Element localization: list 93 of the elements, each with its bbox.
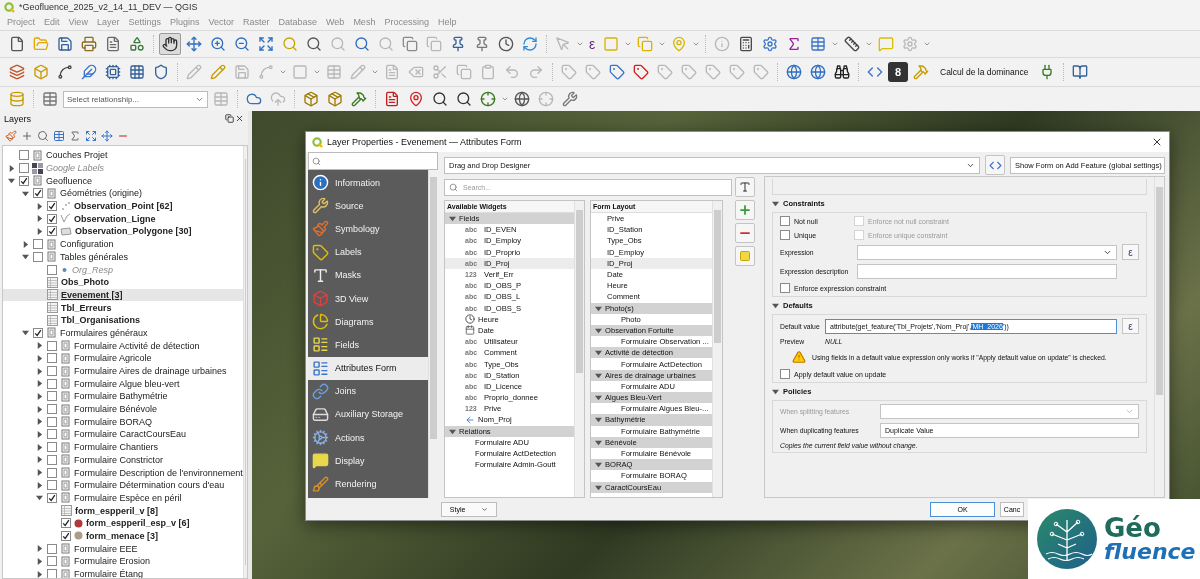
layer-name: Geofluence [46,175,93,186]
sidebar-item[interactable]: Fields [308,333,428,357]
layer-row[interactable]: Formulaire Description de l'environnement [3,466,243,479]
plugin-button[interactable]: 8 [888,62,908,82]
sidebar-item[interactable]: Symbology [308,217,428,241]
sidebar-item[interactable]: Rendering [308,472,428,496]
sidebar-item[interactable]: Labels [308,240,428,264]
layer-name: Formulaire Algue bleu-vert [74,378,180,389]
layer-row[interactable]: Formulaire Agricole [3,352,243,365]
dominance-button[interactable]: Calcul de la dominance [934,62,1035,82]
layer-row[interactable]: Formulaire BORAQ [3,415,243,429]
layer-name: Formulaire Activité de détection [74,340,200,351]
layer-row[interactable]: Configuration [3,237,243,251]
layer-row[interactable]: Formulaire CaractCoursEau [3,428,243,441]
layer-row[interactable]: Obs_Photo [3,275,243,289]
layer-row[interactable]: Formulaires généraux [3,326,243,340]
layer-row[interactable]: Formulaire Espèce en péril [3,491,243,505]
layer-name: Obs_Photo [61,277,109,288]
layer-row[interactable]: Evenement [3] [3,288,243,302]
expression-button[interactable]: ε [1122,244,1139,260]
layer-row[interactable]: Tbl_Organisations [3,313,243,327]
layer-name: Formulaire CaractCoursEau [74,429,187,440]
layer-name: form_menace [3] [86,530,159,541]
layer-row[interactable]: Observation_Ligne [3,212,243,226]
layer-name: Evenement [3] [61,289,123,300]
layer-row[interactable]: Formulaire Bathymétrie [3,390,243,403]
layer-row[interactable]: Formulaire EEE [3,542,243,555]
layer-row[interactable]: Formulaire Aires de drainage urbaines [3,364,243,378]
layer-name: Formulaire Bénévole [74,404,158,415]
sidebar-item[interactable]: 3D View [308,286,428,311]
layer-name: Formulaires généraux [60,327,148,338]
layer-row[interactable]: form_espperil_v [8] [3,504,243,517]
layer-name: Géométries (origine) [60,188,143,199]
layer-row[interactable]: Couches Projet [3,149,243,162]
layer-name: Tables générales [60,251,129,262]
layer-row[interactable]: Google Labels [3,161,243,175]
layer-name: Google Labels [46,163,105,174]
layer-row[interactable]: Formulaire Constrictor [3,453,243,467]
sidebar-item[interactable]: Actions [308,426,428,450]
window-title: *Geofluence_2025_v2_14_11_DEV — QGIS [19,2,198,12]
layer-name: Formulaire Étang [74,569,144,578]
layer-row[interactable]: Tbl_Erreurs [3,301,243,314]
layer-name: form_espperil_v [8] [75,505,159,516]
relationship-dropdown[interactable]: Select relationship... [63,90,208,108]
layer-name: Configuration [60,239,114,250]
layer-name: Formulaire Erosion [74,556,151,567]
layer-row[interactable]: Observation_Point [62] [3,199,243,213]
logo-text: Géo [1104,515,1162,541]
sidebar-item[interactable]: Information [308,171,428,195]
layer-name: Formulaire Espèce en péril [74,492,182,503]
layer-name: Formulaire BORAQ [74,416,153,427]
sidebar-item[interactable]: Source [308,194,428,218]
layer-row[interactable]: Formulaire Algue bleu-vert [3,377,243,391]
layer-row[interactable]: Tables générales [3,250,243,264]
layer-name: Observation_Point [62] [74,201,173,212]
layer-name: Formulaire EEE [74,543,138,554]
layer-name: Formulaire Chantiers [74,442,159,453]
sidebar-item[interactable]: Masks [308,263,428,287]
logo-text: fluence [1104,541,1196,563]
layer-name: Formulaire Agricole [74,353,152,364]
sidebar-item[interactable]: Attributes Form [308,356,428,380]
layer-name: Org_Resp [72,264,114,275]
layer-row[interactable]: Formulaire Étang [3,567,243,578]
panel-title: Layers [4,113,31,124]
layer-row[interactable]: Formulaire Détermination cours d'eau [3,478,243,492]
layer-name: form_espperil_esp_v [6] [86,518,190,529]
layer-row[interactable]: form_espperil_esp_v [6] [3,516,243,530]
layer-name: Observation_Ligne [74,213,156,224]
layer-name: Tbl_Organisations [61,315,140,326]
expression-button[interactable]: ε [586,34,599,54]
layer-row[interactable]: Formulaire Bénévole [3,402,243,416]
layer-row[interactable]: Formulaire Activité de détection [3,339,243,352]
layer-name: Tbl_Erreurs [61,302,112,313]
layer-name: Formulaire Description de l'environnement [74,467,243,478]
layer-row[interactable]: Formulaire Chantiers [3,440,243,454]
sidebar-item[interactable]: Display [308,449,428,473]
layer-name: Formulaire Constrictor [74,454,164,465]
layer-row[interactable]: Formulaire Erosion [3,555,243,568]
layer-row[interactable]: Org_Resp [3,263,243,276]
sidebar-item[interactable]: Joins [308,379,428,403]
layer-row[interactable]: Geofluence [3,174,243,188]
layer-name: Formulaire Aires de drainage urbaines [74,366,227,377]
expression-button[interactable]: ε [1122,318,1139,334]
layer-name: Formulaire Bathymétrie [74,391,168,402]
layer-row[interactable]: form_menace [3] [3,529,243,543]
dialog-title: Layer Properties - Evenement — Attributes Form [327,137,523,147]
layer-row[interactable]: Géométries (origine) [3,187,243,200]
sidebar-item[interactable]: Auxiliary Storage [308,402,428,427]
layer-name: Observation_Polygone [30] [75,226,192,237]
sidebar-item[interactable]: Diagrams [308,310,428,334]
layer-row[interactable]: Observation_Polygone [30] [3,225,243,238]
layer-name: Formulaire Détermination cours d'eau [74,480,225,491]
layer-name: Couches Projet [46,150,108,161]
